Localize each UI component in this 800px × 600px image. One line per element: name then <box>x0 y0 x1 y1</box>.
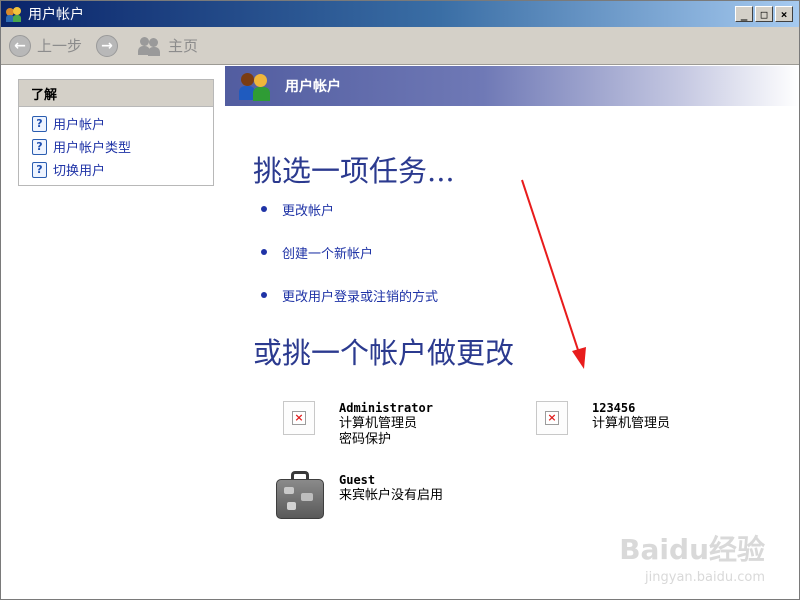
sidebar-item-label: 用户帐户类型 <box>53 141 132 156</box>
account-picture: × <box>283 401 315 435</box>
user-accounts-icon <box>6 6 22 22</box>
forward-arrow-icon: → <box>96 34 119 57</box>
bullet-icon <box>261 249 267 255</box>
task-label: 更改用户登录或注销的方式 <box>282 289 439 305</box>
learn-about-box: 了解 ? 用户帐户 ? 用户帐户类型 ? 切换用户 <box>18 79 214 186</box>
sidebar-item-label: 用户帐户 <box>53 118 106 133</box>
help-icon: ? <box>32 161 47 178</box>
user-accounts-icon <box>237 70 273 102</box>
sidebar-item-switch-users[interactable]: ? 切换用户 <box>19 158 213 181</box>
account-name: Guest <box>339 473 376 487</box>
home-button[interactable]: 主页 <box>138 35 198 57</box>
back-arrow-icon: ← <box>9 34 31 57</box>
account-type: 计算机管理员 <box>339 416 418 431</box>
account-name: 123456 <box>592 401 636 415</box>
account-type: 计算机管理员 <box>592 416 671 431</box>
maximize-button[interactable]: □ <box>755 6 773 22</box>
task-change-logon[interactable]: 更改用户登录或注销的方式 <box>261 285 438 305</box>
sidebar-item-user-accounts[interactable]: ? 用户帐户 <box>19 112 213 135</box>
banner-title: 用户帐户 <box>285 79 341 95</box>
bullet-icon <box>261 206 267 212</box>
account-administrator[interactable]: × Administrator 计算机管理员 密码保护 <box>283 401 433 448</box>
watermark-url: jingyan.baidu.com <box>645 570 765 585</box>
header-banner: 用户帐户 <box>225 66 799 106</box>
close-button[interactable]: × <box>775 6 793 22</box>
task-create-account[interactable]: 创建一个新帐户 <box>261 242 438 262</box>
left-panel: 了解 ? 用户帐户 ? 用户帐户类型 ? 切换用户 <box>1 66 225 599</box>
sidebar-item-account-types[interactable]: ? 用户帐户类型 <box>19 135 213 158</box>
help-icon: ? <box>32 115 47 132</box>
pick-task-heading: 挑选一项任务... <box>253 154 455 188</box>
user-accounts-window: 用户帐户 _ □ × ← 上一步 → 主页 了解 ? 用户帐户 ? 用户帐户类型… <box>0 0 800 600</box>
help-icon: ? <box>32 138 47 155</box>
title-bar[interactable]: 用户帐户 _ □ × <box>1 1 799 27</box>
home-label: 主页 <box>168 37 199 55</box>
task-label: 创建一个新帐户 <box>282 246 374 262</box>
main-content: 用户帐户 挑选一项任务... 更改帐户 创建一个新帐户 更改用户登录或注销的方式… <box>225 66 799 599</box>
back-button[interactable]: ← 上一步 <box>9 34 83 57</box>
broken-image-icon: × <box>545 411 559 425</box>
window-title: 用户帐户 <box>28 7 84 23</box>
account-status: 来宾帐户没有启用 <box>339 488 444 503</box>
account-picture: × <box>536 401 568 435</box>
task-change-account[interactable]: 更改帐户 <box>261 199 438 219</box>
watermark: Baidu经验 jingyan.baidu.com <box>619 528 765 585</box>
watermark-logo: Baidu经验 <box>619 533 765 566</box>
sidebar-item-label: 切换用户 <box>53 164 106 179</box>
account-status: 密码保护 <box>339 432 392 447</box>
account-name: Administrator <box>339 401 433 415</box>
pick-account-heading: 或挑一个帐户做更改 <box>253 336 515 370</box>
broken-image-icon: × <box>292 411 306 425</box>
toolbar: ← 上一步 → 主页 <box>1 27 799 65</box>
suitcase-icon <box>275 469 325 521</box>
task-list: 更改帐户 创建一个新帐户 更改用户登录或注销的方式 <box>261 199 438 328</box>
minimize-button[interactable]: _ <box>735 6 753 22</box>
task-label: 更改帐户 <box>282 203 335 219</box>
bullet-icon <box>261 292 267 298</box>
forward-button[interactable]: → <box>96 34 124 57</box>
back-label: 上一步 <box>37 37 83 55</box>
users-home-icon <box>138 35 162 57</box>
account-guest[interactable]: Guest 来宾帐户没有启用 <box>275 469 443 521</box>
learn-about-heading: 了解 <box>19 80 213 107</box>
account-123456[interactable]: × 123456 计算机管理员 <box>536 401 670 435</box>
